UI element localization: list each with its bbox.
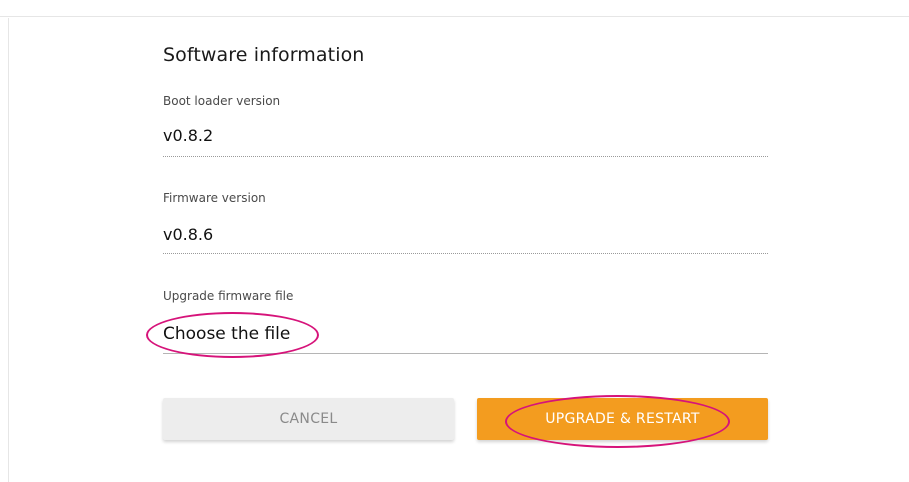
firmware-version-label: Firmware version: [163, 191, 266, 205]
upgrade-file-underline: [163, 353, 768, 354]
firmware-settings-page: Software information Boot loader version…: [0, 0, 909, 482]
left-divider: [8, 18, 9, 482]
upgrade-restart-button[interactable]: UPGRADE & RESTART: [477, 398, 768, 440]
firmware-version-value: v0.8.6: [163, 225, 214, 244]
section-title: Software information: [163, 44, 365, 66]
upgrade-file-label: Upgrade firmware file: [163, 289, 294, 303]
choose-file-input[interactable]: Choose the file: [163, 324, 290, 344]
bootloader-version-label: Boot loader version: [163, 94, 281, 108]
bootloader-version-value: v0.8.2: [163, 126, 214, 145]
top-divider: [0, 16, 909, 17]
firmware-underline: [163, 253, 768, 254]
bootloader-underline: [163, 156, 768, 157]
cancel-button[interactable]: CANCEL: [163, 398, 454, 440]
